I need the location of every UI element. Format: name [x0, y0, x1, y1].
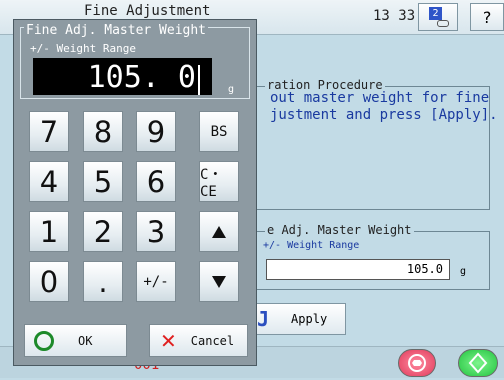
ok-circle-icon: [34, 330, 54, 351]
arrow-down-icon: [212, 275, 226, 288]
procedure-line-2: justment and press [Apply].: [270, 107, 498, 123]
help-button[interactable]: ?: [470, 3, 504, 31]
keypad-display: 105. 0: [33, 58, 212, 95]
ok-button[interactable]: OK: [24, 324, 127, 357]
key-7[interactable]: 7: [29, 111, 69, 152]
stop-button[interactable]: [398, 349, 436, 377]
key-0[interactable]: 0: [29, 261, 69, 302]
apply-label: Apply: [291, 312, 328, 326]
keypad-title: Fine Adj. Master Weight: [24, 23, 209, 38]
window-title: Fine Adjustment: [84, 3, 211, 19]
key-1[interactable]: 1: [29, 211, 69, 252]
cancel-label: Cancel: [190, 333, 235, 348]
key-6[interactable]: 6: [136, 161, 176, 202]
key-down[interactable]: [199, 261, 239, 302]
key-clear[interactable]: C・CE: [199, 161, 239, 202]
user-login-button[interactable]: 2: [418, 3, 458, 31]
keypad-unit: g: [228, 84, 235, 95]
key-plus-minus[interactable]: +/-: [136, 261, 176, 302]
master-weight-range-label: +/- Weight Range: [263, 240, 360, 251]
key-3[interactable]: 3: [136, 211, 176, 252]
keypad-range-label: +/- Weight Range: [30, 42, 136, 55]
key-2[interactable]: 2: [83, 211, 123, 252]
key-decimal[interactable]: .: [83, 261, 123, 302]
key-up[interactable]: [199, 211, 239, 252]
ok-label: OK: [78, 333, 93, 348]
start-icon: [468, 352, 488, 374]
key-4[interactable]: 4: [29, 161, 69, 202]
procedure-line-1: out master weight for fine: [270, 90, 490, 106]
keypad-display-value: 105. 0: [87, 60, 196, 95]
close-icon: ✕: [160, 328, 177, 353]
procedure-text: out master weight for fine justment and …: [270, 90, 498, 124]
apply-button[interactable]: J Apply: [254, 303, 346, 335]
cancel-button[interactable]: ✕ Cancel: [149, 324, 248, 357]
apply-icon: J: [257, 307, 270, 331]
key-5[interactable]: 5: [83, 161, 123, 202]
help-icon: ?: [482, 7, 492, 27]
text-cursor: [198, 65, 200, 95]
master-weight-unit: g: [460, 266, 467, 277]
start-button[interactable]: [458, 349, 498, 377]
key-backspace[interactable]: BS: [199, 111, 239, 152]
stop-icon: [408, 354, 426, 372]
key-9[interactable]: 9: [136, 111, 176, 152]
user-key-icon: 2: [427, 7, 449, 27]
screen: Fine Adjustment 13 33 2 ? ration Procedu…: [0, 0, 504, 378]
clock: 13 33: [373, 8, 416, 24]
keypad-dialog: Fine Adj. Master Weight +/- Weight Range…: [13, 19, 257, 366]
key-8[interactable]: 8: [83, 111, 123, 152]
master-weight-field[interactable]: 105.0: [266, 259, 450, 280]
arrow-up-icon: [212, 225, 226, 238]
master-weight-legend: e Adj. Master Weight: [265, 223, 414, 237]
